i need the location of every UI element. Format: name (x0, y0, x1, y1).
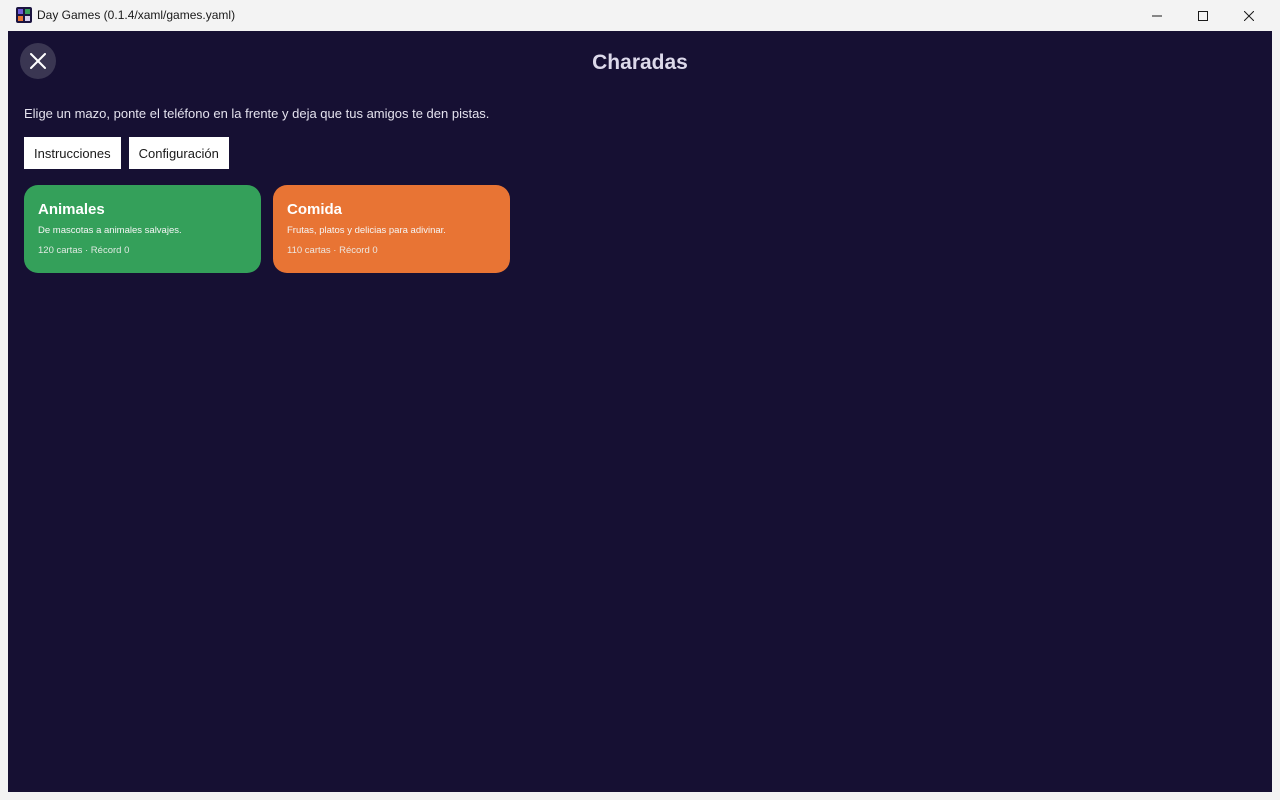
app-icon (16, 7, 32, 23)
deck-list: Animales De mascotas a animales salvajes… (24, 185, 510, 273)
page-description: Elige un mazo, ponte el teléfono en la f… (24, 106, 490, 121)
instructions-button[interactable]: Instrucciones (24, 137, 121, 169)
app-content: Charadas Elige un mazo, ponte el teléfon… (8, 31, 1272, 792)
window-title: Day Games (0.1.4/xaml/games.yaml) (37, 8, 236, 22)
minimize-icon (1152, 15, 1162, 16)
close-icon (1244, 10, 1254, 21)
deck-card-comida[interactable]: Comida Frutas, platos y delicias para ad… (273, 185, 510, 273)
page-title: Charadas (592, 51, 688, 74)
maximize-icon (1198, 10, 1208, 21)
deck-description: De mascotas a animales salvajes. (38, 225, 182, 236)
action-bar: Instrucciones Configuración (24, 137, 229, 169)
window-frame (0, 792, 1280, 800)
deck-name: Animales (38, 201, 105, 218)
window-close-button[interactable] (1226, 0, 1272, 31)
deck-card-animales[interactable]: Animales De mascotas a animales salvajes… (24, 185, 261, 273)
window-titlebar: Day Games (0.1.4/xaml/games.yaml) (0, 0, 1280, 31)
settings-button[interactable]: Configuración (128, 137, 229, 169)
maximize-button[interactable] (1180, 0, 1226, 31)
deck-meta: 120 cartas · Récord 0 (38, 245, 130, 256)
deck-name: Comida (287, 201, 343, 218)
minimize-button[interactable] (1134, 0, 1180, 31)
deck-meta: 110 cartas · Récord 0 (287, 245, 378, 256)
deck-description: Frutas, platos y delicias para adivinar. (287, 225, 446, 236)
